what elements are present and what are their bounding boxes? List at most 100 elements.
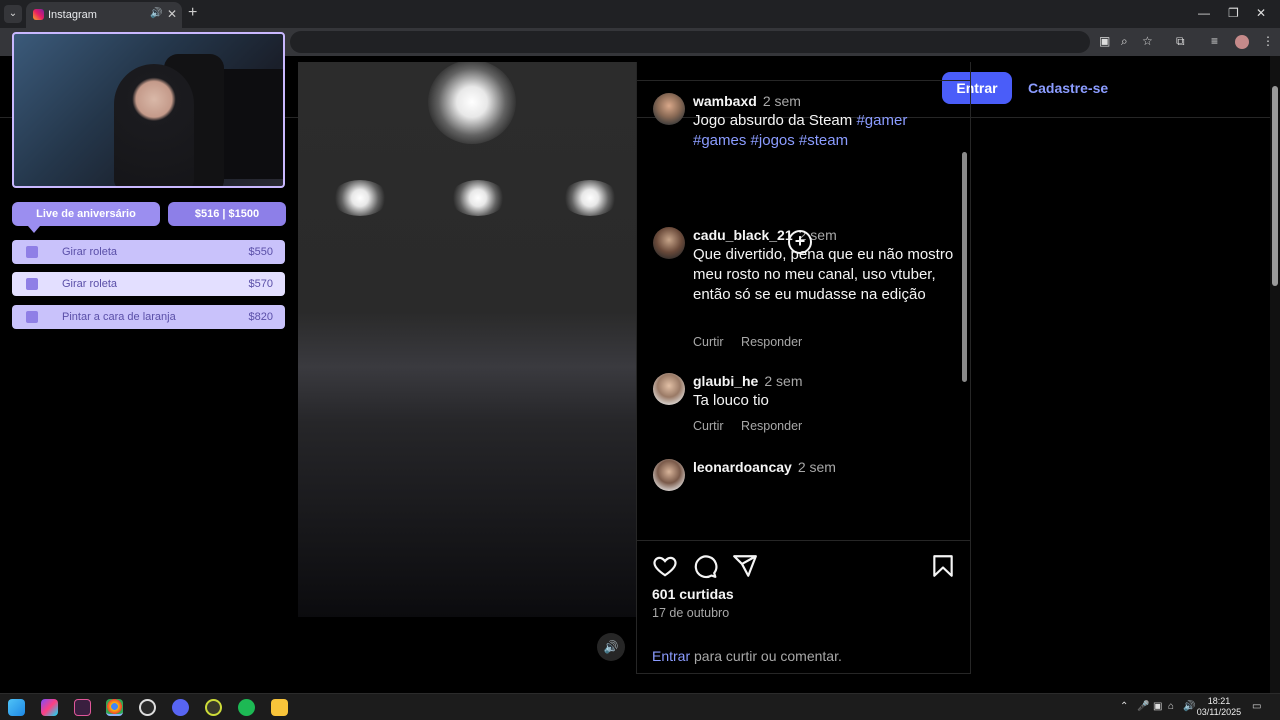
comment-time: 2 sem <box>797 459 836 475</box>
comment-like-link[interactable]: Curtir <box>693 419 724 433</box>
taskbar: ⌃ 🎤 ▣ ⌂ 🔊 18:21 03/11/2025 ▭ <box>0 693 1280 720</box>
comment-username[interactable]: glaubi_he <box>693 373 758 389</box>
hashtag-link[interactable]: #jogos <box>751 132 795 149</box>
browser-tabbar: ⌄ Instagram 🔊 ✕ + — ❐ ✕ <box>0 0 1280 28</box>
volume-icon[interactable]: 🔊 <box>1183 701 1195 712</box>
heart-icon[interactable] <box>652 553 678 579</box>
speaker-icon[interactable]: 🔊 <box>150 8 162 19</box>
webcam-overlay <box>12 32 285 188</box>
copilot-icon[interactable] <box>41 699 58 716</box>
caption-text: Jogo absurdo da Steam #gamer #games #jog… <box>693 111 955 151</box>
reward-name: Girar roleta <box>62 278 118 290</box>
login-prompt: Entrar para curtir ou comentar. <box>652 648 842 664</box>
save-bookmark-icon[interactable] <box>930 553 956 579</box>
spotify-icon[interactable] <box>238 699 255 716</box>
author-username[interactable]: wambaxd <box>693 93 757 109</box>
minimize-button[interactable]: — <box>1198 6 1210 20</box>
comment-icon[interactable] <box>692 553 718 579</box>
comment-time: 2 sem <box>764 373 803 389</box>
comment-reply-link[interactable]: Responder <box>741 419 802 433</box>
donation-goal: $516 | $1500 <box>168 202 286 226</box>
clock-time: 18:21 <box>1207 696 1231 706</box>
post-video[interactable] <box>298 62 636 617</box>
comments-list[interactable]: wambaxd 2 sem Jogo absurdo da Steam #game… <box>637 80 970 542</box>
caption-time: 2 sem <box>762 93 801 109</box>
reward-name: Girar roleta <box>62 246 118 258</box>
reward-item: Girar roleta $570 <box>12 272 285 296</box>
tab-search-icon[interactable]: ⌄ <box>4 5 22 23</box>
login-link[interactable]: Entrar <box>652 648 690 664</box>
reward-checkbox-icon <box>26 278 38 290</box>
avatar[interactable] <box>653 373 685 405</box>
file-explorer-icon[interactable] <box>271 699 288 716</box>
page-scrollbar-thumb[interactable] <box>1272 86 1278 286</box>
mute-toggle-button[interactable]: 🔊 <box>597 633 625 661</box>
tab-title: Instagram <box>48 9 97 21</box>
close-window-button[interactable]: ✕ <box>1256 6 1266 20</box>
clock-date: 03/11/2025 <box>1196 707 1242 717</box>
new-tab-button[interactable]: + <box>188 4 197 22</box>
discord-icon[interactable] <box>172 699 189 716</box>
reward-price: $570 <box>248 278 273 290</box>
post-date: 17 de outubro <box>652 606 730 620</box>
restore-button[interactable]: ❐ <box>1228 6 1239 20</box>
event-label: Live de aniversário <box>12 202 160 233</box>
cast-icon[interactable]: ▣ <box>1099 34 1110 48</box>
media-control-icon[interactable]: ≡ <box>1211 34 1218 48</box>
tray-chevron-icon[interactable]: ⌃ <box>1120 701 1128 712</box>
reward-item: Girar roleta $550 <box>12 240 285 264</box>
reward-name: Pintar a cara de laranja <box>62 311 176 323</box>
profile-avatar-icon[interactable] <box>1235 35 1249 49</box>
reward-checkbox-icon <box>26 246 38 258</box>
vegas-icon[interactable] <box>74 699 91 716</box>
video-lamp <box>562 180 618 216</box>
reward-price: $550 <box>248 246 273 258</box>
comment-username[interactable]: leonardoancay <box>693 459 792 475</box>
signup-link[interactable]: Cadastre-se <box>1028 80 1108 96</box>
hashtag-link[interactable]: #steam <box>799 132 848 149</box>
start-windows-icon[interactable] <box>8 699 25 716</box>
reward-price: $820 <box>248 311 273 323</box>
notifications-icon[interactable]: ▭ <box>1252 701 1261 712</box>
avatar[interactable] <box>653 459 685 491</box>
caption-body: Jogo absurdo da Steam <box>693 112 853 129</box>
likes-count[interactable]: 601 curtidas <box>652 586 734 602</box>
comment-username[interactable]: cadu_black_21 <box>693 227 793 243</box>
obs-icon[interactable] <box>139 699 156 716</box>
more-comments-plus-icon[interactable]: + <box>788 230 812 254</box>
microphone-icon[interactable]: 🎤 <box>1137 701 1149 712</box>
webcam-streamer <box>114 64 194 186</box>
comment-reply-link[interactable]: Responder <box>741 335 802 349</box>
address-bar[interactable] <box>290 31 1090 53</box>
hashtag-link[interactable]: #games <box>693 132 746 149</box>
comment-text: Que divertido, pena que eu não mostro me… <box>693 246 954 303</box>
video-lamp <box>428 62 516 144</box>
network-icon[interactable]: ⌂ <box>1168 701 1174 712</box>
xbox-icon[interactable] <box>205 699 222 716</box>
avatar[interactable] <box>653 93 685 125</box>
page-scrollbar[interactable] <box>1270 56 1280 693</box>
login-prompt-text: para curtir ou comentar. <box>694 648 842 664</box>
instagram-favicon-icon <box>33 9 44 20</box>
chrome-icon[interactable] <box>106 699 123 716</box>
hashtag-link[interactable]: #gamer <box>856 112 907 129</box>
reward-item: Pintar a cara de laranja $820 <box>12 305 285 329</box>
comments-scrollbar[interactable] <box>960 142 968 602</box>
zoom-icon[interactable]: ⌕ <box>1121 34 1128 49</box>
video-lamp <box>332 180 388 216</box>
display-icon[interactable]: ▣ <box>1153 701 1162 712</box>
system-clock[interactable]: 18:21 03/11/2025 <box>1196 696 1242 718</box>
browser-menu-icon[interactable]: ⋮ <box>1262 34 1274 48</box>
comments-scrollbar-thumb[interactable] <box>962 152 967 382</box>
comment-text: Ta louco tio <box>693 392 769 409</box>
post-action-bar: 601 curtidas 17 de outubro Entrar para c… <box>636 540 971 674</box>
webcam-monitor <box>224 69 283 179</box>
video-lamp <box>450 180 506 216</box>
bookmark-star-icon[interactable]: ☆ <box>1142 34 1153 48</box>
comment-like-link[interactable]: Curtir <box>693 335 724 349</box>
browser-tab-instagram[interactable]: Instagram 🔊 ✕ <box>26 2 182 28</box>
extensions-icon[interactable]: ⧉ <box>1176 34 1185 49</box>
tab-close-icon[interactable]: ✕ <box>167 7 177 21</box>
share-icon[interactable] <box>732 553 758 579</box>
avatar[interactable] <box>653 227 685 259</box>
